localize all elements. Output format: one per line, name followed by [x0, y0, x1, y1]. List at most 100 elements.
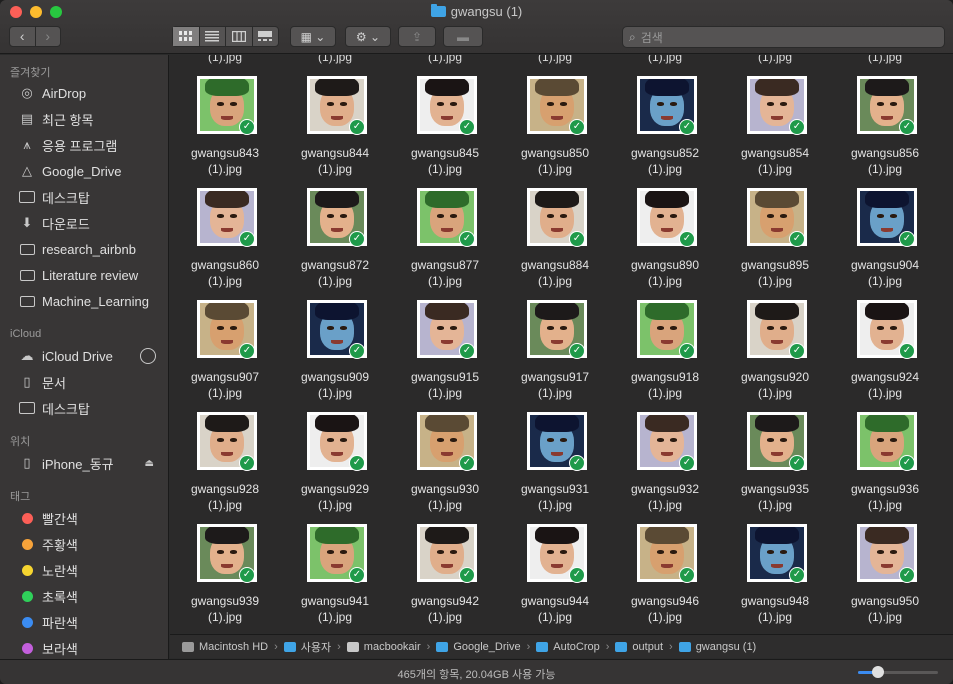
path-segment[interactable]: output	[615, 641, 663, 653]
sidebar-item-favorites-5[interactable]: ⬇ 다운로드	[18, 212, 166, 234]
group-by-button[interactable]: ▦ ⌄	[290, 26, 336, 47]
sidebar-item-favorites-0[interactable]: ◎ AirDrop	[18, 82, 166, 104]
file-name-base: gwangsu850	[520, 146, 590, 160]
icon-size-slider[interactable]	[858, 666, 938, 678]
face-eye	[327, 326, 334, 330]
sidebar-item-icloud-1[interactable]: ▯ 문서	[18, 371, 166, 393]
icon-view-button[interactable]	[173, 27, 199, 46]
file-item[interactable]: ✓ gwangsu854 (1).jpg	[720, 76, 830, 188]
path-segment[interactable]: Google_Drive	[436, 641, 521, 653]
file-item[interactable]: ✓ gwangsu931 (1).jpg	[500, 412, 610, 524]
file-item[interactable]: ✓ gwangsu935 (1).jpg	[720, 412, 830, 524]
synced-check-icon: ✓	[899, 567, 915, 583]
eject-icon[interactable]: ⏏	[145, 458, 154, 469]
face-mouth	[440, 564, 454, 568]
share-button[interactable]: ⇪	[398, 26, 436, 47]
sidebar-item-label: iPhone_동규	[42, 456, 114, 472]
file-item[interactable]: ✓ gwangsu843 (1).jpg	[170, 76, 280, 188]
tag-button[interactable]: ▬	[443, 26, 483, 47]
action-button[interactable]: ⚙ ⌄	[345, 26, 391, 47]
file-item[interactable]: ✓ gwangsu942 (1).jpg	[390, 524, 500, 633]
path-separator-icon: ›	[274, 640, 278, 653]
path-segment[interactable]: gwangsu (1)	[678, 641, 756, 653]
path-segment[interactable]: AutoCrop	[536, 641, 600, 653]
file-item[interactable]: ✓ gwangsu890 (1).jpg	[610, 188, 720, 300]
sidebar-item-favorites-2[interactable]: ⩚ 응용 프로그램	[18, 134, 166, 156]
sidebar-item-favorites-8[interactable]: Machine_Learning	[18, 290, 166, 312]
path-separator-icon: ›	[426, 640, 431, 653]
file-name: gwangsu932 (1).jpg	[610, 481, 720, 513]
sidebar-item-locations-0[interactable]: ▯ iPhone_동규 ⏏	[18, 452, 166, 474]
forward-button[interactable]: ›	[34, 27, 61, 46]
file-item[interactable]: ✓ gwangsu860 (1).jpg	[170, 188, 280, 300]
face-mouth	[550, 116, 564, 120]
file-item[interactable]: ✓ gwangsu924 (1).jpg	[830, 300, 940, 412]
sidebar-item-favorites-4[interactable]: 데스크탑	[18, 186, 166, 208]
file-item[interactable]: ✓ gwangsu845 (1).jpg	[390, 76, 500, 188]
back-button[interactable]: ‹	[10, 27, 35, 46]
slider-knob[interactable]	[872, 666, 884, 678]
file-item[interactable]: ✓ gwangsu929 (1).jpg	[280, 412, 390, 524]
file-item[interactable]: ✓ gwangsu877 (1).jpg	[390, 188, 500, 300]
path-segment[interactable]: Macintosh HD	[182, 641, 268, 653]
file-name-ext: (1).jpg	[317, 274, 352, 288]
column-view-button[interactable]	[225, 27, 252, 46]
file-item[interactable]: ✓ gwangsu950 (1).jpg	[830, 524, 940, 633]
path-segment[interactable]: macbookair	[346, 641, 421, 653]
synced-check-icon: ✓	[349, 455, 365, 471]
file-item[interactable]: ✓ gwangsu895 (1).jpg	[720, 188, 830, 300]
sidebar-item-favorites-7[interactable]: Literature review	[18, 264, 166, 286]
file-item[interactable]: ✓ gwangsu850 (1).jpg	[500, 76, 610, 188]
file-name-ext: (1).jpg	[757, 274, 792, 288]
file-item[interactable]: ✓ gwangsu872 (1).jpg	[280, 188, 390, 300]
list-view-button[interactable]	[198, 27, 226, 46]
file-item[interactable]: ✓ gwangsu907 (1).jpg	[170, 300, 280, 412]
file-item[interactable]: ✓ gwangsu932 (1).jpg	[610, 412, 720, 524]
sidebar-item-tags-5[interactable]: 보라색	[18, 637, 166, 659]
sidebar-item-favorites-6[interactable]: research_airbnb	[18, 238, 166, 260]
file-item[interactable]: ✓ gwangsu852 (1).jpg	[610, 76, 720, 188]
file-item[interactable]: ✓ gwangsu920 (1).jpg	[720, 300, 830, 412]
file-grid[interactable]: (1).jpg (1).jpg (1).jpg (1).jpg (1).jpg (1).j…	[170, 55, 953, 633]
sidebar-item-favorites-3[interactable]: △ Google_Drive	[18, 160, 166, 182]
file-item[interactable]: ✓ gwangsu928 (1).jpg	[170, 412, 280, 524]
file-item[interactable]: ✓ gwangsu936 (1).jpg	[830, 412, 940, 524]
face-eye	[780, 214, 787, 218]
sidebar-item-tags-4[interactable]: 파란색	[18, 611, 166, 633]
sidebar-item-favorites-1[interactable]: ▤ 최근 항목	[18, 108, 166, 130]
search-field[interactable]: ⌕ 검색	[622, 26, 945, 48]
file-item[interactable]: ✓ gwangsu884 (1).jpg	[500, 188, 610, 300]
gallery-view-button[interactable]	[251, 27, 279, 46]
file-name-ext: (1).jpg	[647, 610, 682, 624]
sidebar-item-icloud-2[interactable]: 데스크탑	[18, 397, 166, 419]
file-item[interactable]: ✓ gwangsu915 (1).jpg	[390, 300, 500, 412]
face-eye	[657, 550, 664, 554]
file-item[interactable]: ✓ gwangsu930 (1).jpg	[390, 412, 500, 524]
sidebar-item-tags-0[interactable]: 빨간색	[18, 507, 166, 529]
file-item[interactable]: ✓ gwangsu946 (1).jpg	[610, 524, 720, 633]
file-item[interactable]: ✓ gwangsu918 (1).jpg	[610, 300, 720, 412]
path-segment[interactable]: 사용자	[283, 639, 332, 655]
file-name-ext: (1).jpg	[427, 610, 462, 624]
file-item[interactable]: ✓ gwangsu917 (1).jpg	[500, 300, 610, 412]
file-item[interactable]: ✓ gwangsu844 (1).jpg	[280, 76, 390, 188]
face-hair	[425, 191, 469, 208]
face-eye	[657, 214, 664, 218]
sidebar-item-tags-3[interactable]: 초록색	[18, 585, 166, 607]
file-item[interactable]: ✓ gwangsu909 (1).jpg	[280, 300, 390, 412]
file-item[interactable]: ✓ gwangsu939 (1).jpg	[170, 524, 280, 633]
sidebar-item-tags-2[interactable]: 노란색	[18, 559, 166, 581]
file-item[interactable]: ✓ gwangsu904 (1).jpg	[830, 188, 940, 300]
path-segment-label: 사용자	[300, 641, 332, 654]
sidebar-item-icloud-0[interactable]: ☁ iCloud Drive	[18, 345, 166, 367]
partial-filename: (1).jpg	[867, 55, 902, 64]
sidebar-item-tags-1[interactable]: 주황색	[18, 533, 166, 555]
file-name-base: gwangsu895	[740, 258, 810, 272]
navigation-buttons: ‹ ›	[9, 26, 61, 47]
file-name-ext: (1).jpg	[427, 162, 462, 176]
file-item[interactable]: ✓ gwangsu948 (1).jpg	[720, 524, 830, 633]
face-hair	[865, 79, 909, 96]
file-item[interactable]: ✓ gwangsu856 (1).jpg	[830, 76, 940, 188]
file-item[interactable]: ✓ gwangsu944 (1).jpg	[500, 524, 610, 633]
file-item[interactable]: ✓ gwangsu941 (1).jpg	[280, 524, 390, 633]
